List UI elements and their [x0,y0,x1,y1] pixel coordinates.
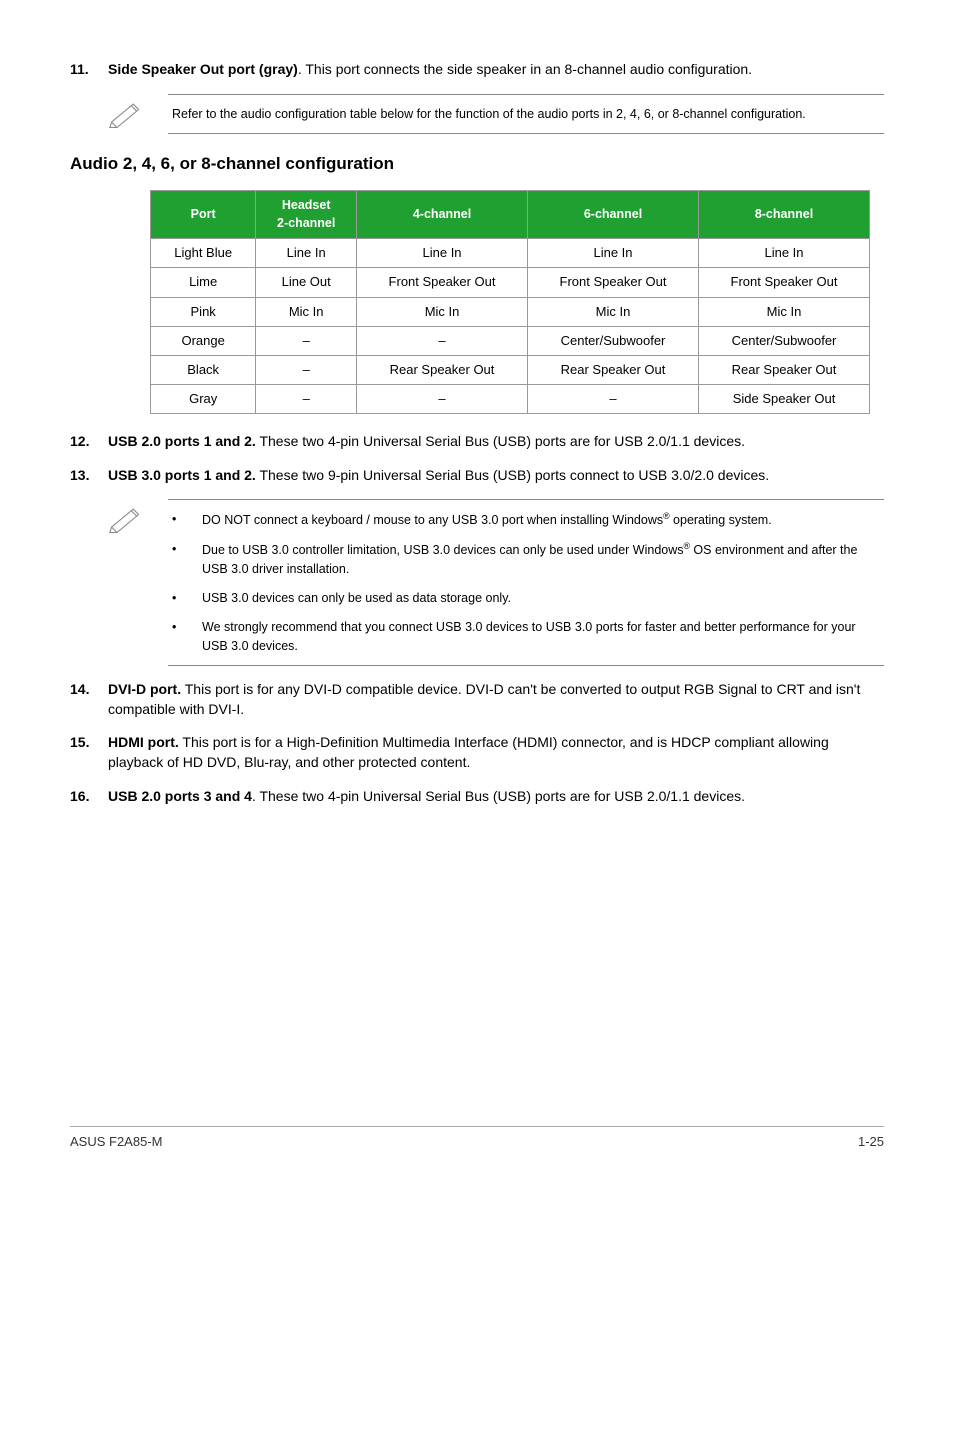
th-4ch: 4-channel [357,191,528,239]
th-2ch: Headset 2-channel [256,191,357,239]
note-bullet: • Due to USB 3.0 controller limitation, … [172,540,880,579]
table-cell: Pink [151,297,256,326]
table-cell: – [357,326,528,355]
item-12: 12. USB 2.0 ports 1 and 2. These two 4-p… [70,432,884,452]
table-cell: Rear Speaker Out [528,355,699,384]
th-8ch: 8-channel [699,191,870,239]
item-label: HDMI port. [108,734,179,750]
note-block-1: Refer to the audio configuration table b… [108,94,884,135]
table-row: LimeLine OutFront Speaker OutFront Speak… [151,268,870,297]
table-cell: Mic In [528,297,699,326]
note-block-2: • DO NOT connect a keyboard / mouse to a… [108,499,884,666]
table-cell: Lime [151,268,256,297]
item-label: USB 2.0 ports 3 and 4 [108,788,252,804]
item-number: 16. [70,787,108,807]
item-13: 13. USB 3.0 ports 1 and 2. These two 9-p… [70,466,884,486]
item-number: 14. [70,680,108,719]
bullet-dot: • [172,618,202,656]
item-16: 16. USB 2.0 ports 3 and 4. These two 4-p… [70,787,884,807]
table-cell: – [256,355,357,384]
item-number: 12. [70,432,108,452]
bullet-dot: • [172,540,202,579]
table-row: PinkMic InMic InMic InMic In [151,297,870,326]
table-cell: Mic In [699,297,870,326]
table-cell: Line Out [256,268,357,297]
th-6ch: 6-channel [528,191,699,239]
table-cell: Front Speaker Out [699,268,870,297]
note-bullet: • We strongly recommend that you connect… [172,618,880,656]
note-content: • DO NOT connect a keyboard / mouse to a… [168,499,884,666]
bullet-text: We strongly recommend that you connect U… [202,618,880,656]
pencil-icon [108,94,168,134]
table-cell: Line In [528,239,699,268]
table-cell: Light Blue [151,239,256,268]
note-text: Refer to the audio configuration table b… [168,94,884,135]
item-label: DVI-D port. [108,681,181,697]
table-cell: Center/Subwoofer [699,326,870,355]
table-row: Gray–––Side Speaker Out [151,385,870,414]
item-label: Side Speaker Out port (gray) [108,61,298,77]
section-heading: Audio 2, 4, 6, or 8-channel configuratio… [70,152,884,176]
table-cell: – [256,385,357,414]
footer-left: ASUS F2A85-M [70,1133,162,1151]
table-cell: Mic In [256,297,357,326]
item-11: 11. Side Speaker Out port (gray). This p… [70,60,884,80]
table-cell: Black [151,355,256,384]
item-body: USB 2.0 ports 3 and 4. These two 4-pin U… [108,787,884,807]
table-cell: Rear Speaker Out [699,355,870,384]
table-cell: Mic In [357,297,528,326]
table-row: Black–Rear Speaker OutRear Speaker OutRe… [151,355,870,384]
page-footer: ASUS F2A85-M 1-25 [70,1126,884,1151]
item-body: Side Speaker Out port (gray). This port … [108,60,884,80]
bullet-dot: • [172,510,202,530]
item-label: USB 3.0 ports 1 and 2. [108,467,256,483]
bullet-text: USB 3.0 devices can only be used as data… [202,589,880,608]
table-cell: Line In [256,239,357,268]
item-text: . These two 4-pin Universal Serial Bus (… [252,788,745,804]
table-cell: Orange [151,326,256,355]
table-cell: Front Speaker Out [357,268,528,297]
table-row: Orange––Center/SubwooferCenter/Subwoofer [151,326,870,355]
item-15: 15. HDMI port. This port is for a High-D… [70,733,884,772]
item-text: . This port connects the side speaker in… [298,61,752,77]
item-14: 14. DVI-D port. This port is for any DVI… [70,680,884,719]
th-port: Port [151,191,256,239]
item-text: This port is for a High-Definition Multi… [108,734,829,770]
item-body: USB 3.0 ports 1 and 2. These two 9-pin U… [108,466,884,486]
bullet-text: DO NOT connect a keyboard / mouse to any… [202,510,880,530]
bullet-text: Due to USB 3.0 controller limitation, US… [202,540,880,579]
table-cell: – [357,385,528,414]
table-cell: Line In [699,239,870,268]
audio-config-table: Port Headset 2-channel 4-channel 6-chann… [150,190,870,414]
item-text: These two 9-pin Universal Serial Bus (US… [256,467,769,483]
item-text: This port is for any DVI-D compatible de… [108,681,860,717]
table-cell: – [528,385,699,414]
item-label: USB 2.0 ports 1 and 2. [108,433,256,449]
item-body: USB 2.0 ports 1 and 2. These two 4-pin U… [108,432,884,452]
item-number: 11. [70,60,108,80]
table-cell: Line In [357,239,528,268]
pencil-icon [108,499,168,539]
item-text: These two 4-pin Universal Serial Bus (US… [256,433,745,449]
table-cell: – [256,326,357,355]
note-bullet: • USB 3.0 devices can only be used as da… [172,589,880,608]
footer-right: 1-25 [858,1133,884,1151]
item-body: DVI-D port. This port is for any DVI-D c… [108,680,884,719]
item-body: HDMI port. This port is for a High-Defin… [108,733,884,772]
table-row: Light BlueLine InLine InLine InLine In [151,239,870,268]
item-number: 13. [70,466,108,486]
table-cell: Gray [151,385,256,414]
table-cell: Side Speaker Out [699,385,870,414]
note-bullet: • DO NOT connect a keyboard / mouse to a… [172,510,880,530]
table-cell: Center/Subwoofer [528,326,699,355]
item-number: 15. [70,733,108,772]
table-cell: Rear Speaker Out [357,355,528,384]
table-cell: Front Speaker Out [528,268,699,297]
bullet-dot: • [172,589,202,608]
